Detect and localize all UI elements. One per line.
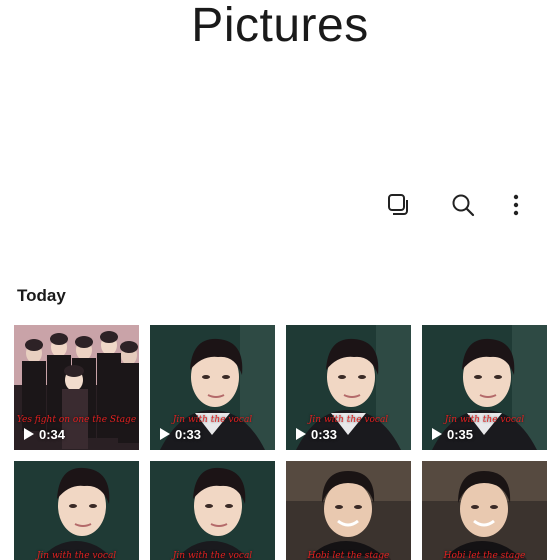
duration-text: 0:35 [447,426,474,442]
thumbnail-video[interactable]: Jin with the vocal [150,461,275,560]
play-icon [160,428,170,440]
thumbnail-video[interactable]: Yes fight on one the Stage 0:34 [14,325,139,450]
thumbnail-caption: Jin with the vocal [172,415,253,425]
thumbnail-caption: Jin with the vocal [444,415,525,425]
thumbnail-caption: Jin with the vocal [36,551,117,560]
portrait-art [150,461,275,560]
video-duration: 0:33 [296,425,337,443]
select-button[interactable] [383,190,413,220]
duration-text: 0:33 [175,426,202,442]
more-options-icon [513,194,519,216]
thumbnail-video[interactable]: Hobi let the stage [422,461,547,560]
thumbnail-video[interactable]: Hobi let the stage [286,461,411,560]
thumbnail-caption: Hobi let the stage [307,551,390,560]
thumbnail-caption: Hobi let the stage [443,551,526,560]
section-label-today: Today [17,286,66,305]
search-icon [452,194,475,217]
thumbnail-video[interactable]: Jin with the vocal 0:33 [286,325,411,450]
portrait-art [14,461,139,560]
thumbnail-video[interactable]: Jin with the vocal 0:35 [422,325,547,450]
duration-text: 0:33 [311,426,338,442]
page-title: Pictures [191,0,369,52]
thumbnail-caption: Yes fight on one the Stage [16,415,137,425]
toolbar [0,190,560,220]
thumbnail-video[interactable]: Jin with the vocal [14,461,139,560]
more-options-button[interactable] [501,190,531,220]
thumbnail-caption: Jin with the vocal [308,415,389,425]
play-icon [24,428,34,440]
thumbnail-video[interactable]: Jin with the vocal 0:33 [150,325,275,450]
video-duration: 0:33 [160,425,201,443]
search-button[interactable] [448,190,478,220]
play-icon [296,428,306,440]
video-duration: 0:35 [432,425,473,443]
duration-text: 0:34 [39,426,66,442]
video-duration: 0:34 [24,425,65,443]
gallery-screen: Pictures Today Yes fight on one the Stag… [0,0,560,560]
portrait-art [422,461,547,560]
thumbnail-caption: Jin with the vocal [172,551,253,560]
play-icon [432,428,442,440]
select-icon [388,194,408,215]
portrait-art [286,461,411,560]
